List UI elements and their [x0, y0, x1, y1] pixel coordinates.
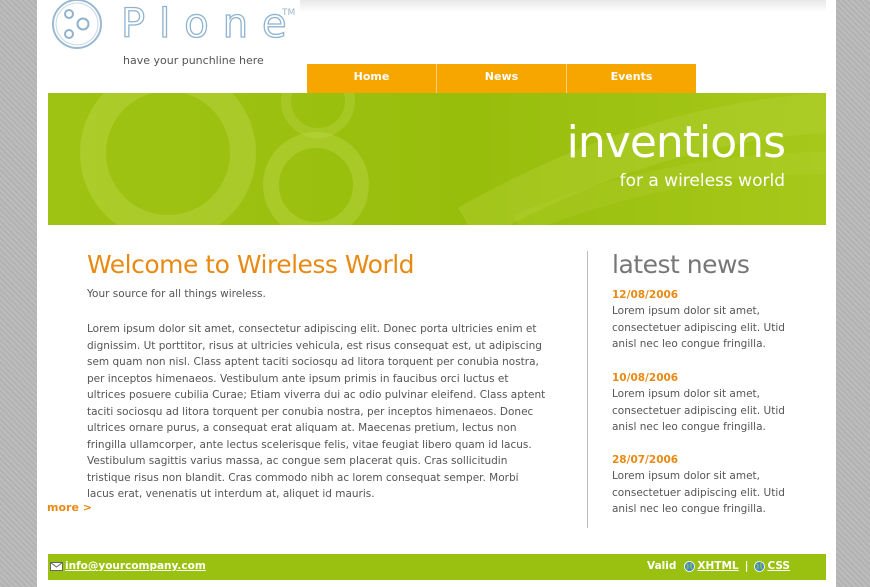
banner-title: inventions	[566, 117, 786, 168]
page-title: Welcome to Wireless World	[87, 250, 415, 279]
xhtml-link[interactable]: XHTML	[697, 560, 738, 572]
globe-icon	[684, 560, 696, 572]
logo-text: Plone	[120, 0, 301, 47]
header-topbar	[300, 0, 826, 12]
news-item[interactable]: 28/07/2006 Lorem ipsum dolor sit amet, c…	[612, 452, 802, 518]
logo-trademark: TM	[282, 8, 296, 18]
news-date: 28/07/2006	[612, 454, 679, 466]
nav-news[interactable]: News	[437, 64, 567, 93]
punchline: have your punchline here	[123, 54, 264, 67]
news-text: Lorem ipsum dolor sit amet, consectetuer…	[612, 305, 785, 350]
globe-icon	[754, 560, 766, 572]
page-tagline: Your source for all things wireless.	[87, 288, 266, 300]
email-link[interactable]: info@yourcompany.com	[65, 560, 206, 572]
banner-subtitle: for a wireless world	[619, 171, 785, 191]
news-date: 12/08/2006	[612, 289, 679, 301]
nav-home[interactable]: Home	[307, 64, 437, 93]
news-item[interactable]: 12/08/2006 Lorem ipsum dolor sit amet, c…	[612, 287, 802, 353]
body-text: Lorem ipsum dolor sit amet, consectetur …	[87, 323, 546, 500]
news-item[interactable]: 10/08/2006 Lorem ipsum dolor sit amet, c…	[612, 370, 802, 436]
valid-label: Valid	[647, 560, 677, 572]
banner: inventions for a wireless world	[48, 93, 826, 225]
mail-icon	[50, 561, 63, 571]
css-link[interactable]: CSS	[767, 560, 790, 572]
plone-logo-icon	[52, 0, 102, 49]
footer-contact: info@yourcompany.com	[50, 560, 206, 572]
nav-events[interactable]: Events	[567, 64, 696, 93]
more-link[interactable]: more >	[47, 501, 92, 514]
news-heading: latest news	[612, 250, 750, 279]
link-separator: |	[744, 560, 749, 572]
news-text: Lorem ipsum dolor sit amet, consectetuer…	[612, 470, 785, 515]
footer: info@yourcompany.com Valid XHTML | CSS	[48, 554, 826, 580]
news-date: 10/08/2006	[612, 372, 679, 384]
logo[interactable]: Plone TM	[49, 0, 295, 56]
news-text: Lorem ipsum dolor sit amet, consectetuer…	[612, 388, 785, 433]
validation-links: Valid XHTML | CSS	[647, 560, 790, 572]
column-divider	[587, 251, 588, 528]
main-nav: Home News Events	[307, 64, 696, 93]
page: Plone TM have your punchline here Home N…	[37, 0, 836, 587]
